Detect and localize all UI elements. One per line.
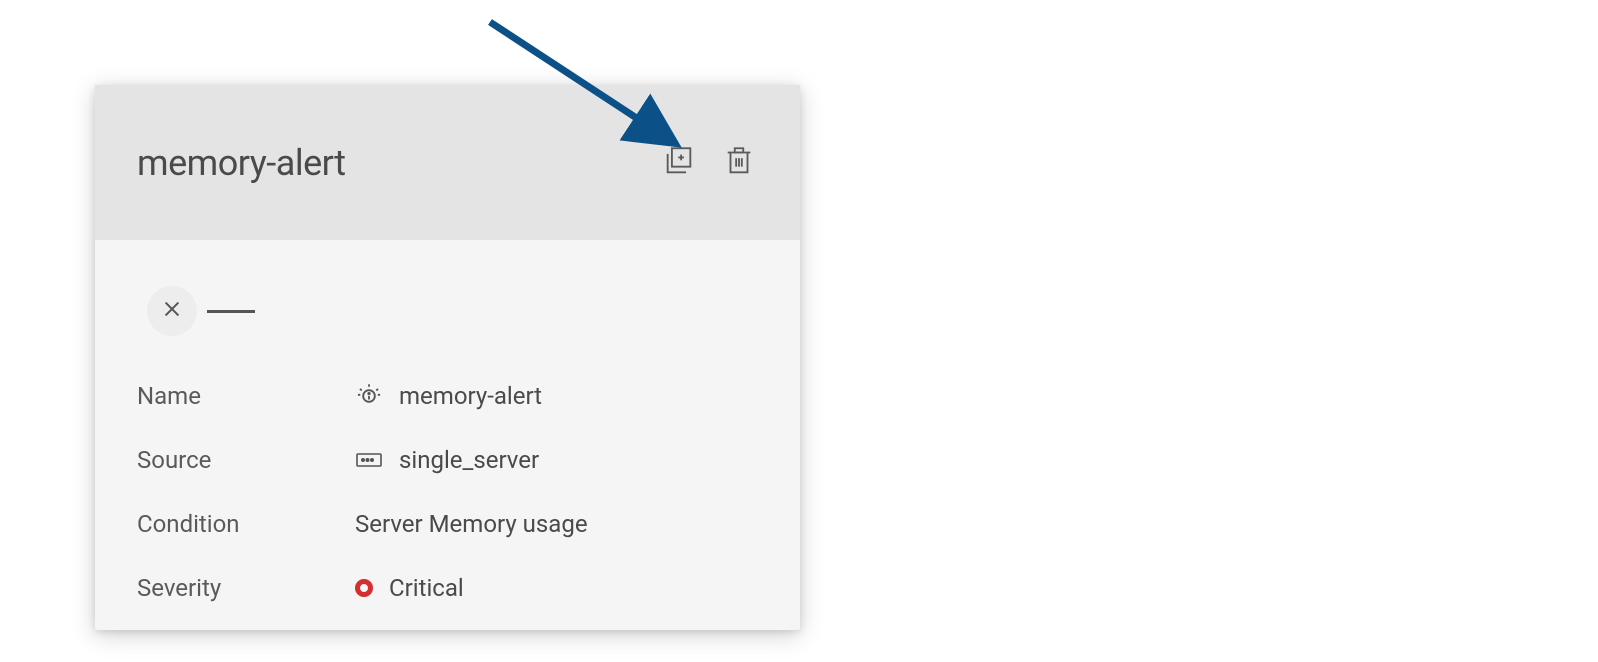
severity-value: Critical [389,574,464,602]
close-icon [161,298,183,324]
duplicate-button[interactable] [658,140,700,185]
close-toggle [147,286,758,336]
condition-value: Server Memory usage [355,510,588,538]
detail-row-name: Name memory-alert [137,364,758,428]
detail-row-severity: Severity Critical [137,556,758,620]
source-value-wrap: single_server [355,446,539,474]
severity-critical-icon [355,579,373,597]
condition-value-wrap: Server Memory usage [355,510,588,538]
source-icon [355,450,383,470]
severity-value-wrap: Critical [355,574,464,602]
alert-card: memory-alert [95,85,800,630]
card-body: Name memory-alert [95,240,800,650]
severity-label: Severity [137,574,355,602]
name-label: Name [137,382,355,410]
name-value-wrap: memory-alert [355,382,542,410]
card-title: memory-alert [137,142,346,184]
duplicate-icon [662,144,696,181]
toggle-line [207,310,255,313]
detail-row-source: Source single_server [137,428,758,492]
header-actions [658,139,760,186]
delete-button[interactable] [718,139,760,186]
source-label: Source [137,446,355,474]
close-button[interactable] [147,286,197,336]
condition-label: Condition [137,510,355,538]
name-value: memory-alert [399,382,542,410]
detail-row-condition: Condition Server Memory usage [137,492,758,556]
source-value: single_server [399,446,539,474]
alert-icon [355,382,383,410]
trash-icon [722,143,756,182]
card-header: memory-alert [95,85,800,240]
